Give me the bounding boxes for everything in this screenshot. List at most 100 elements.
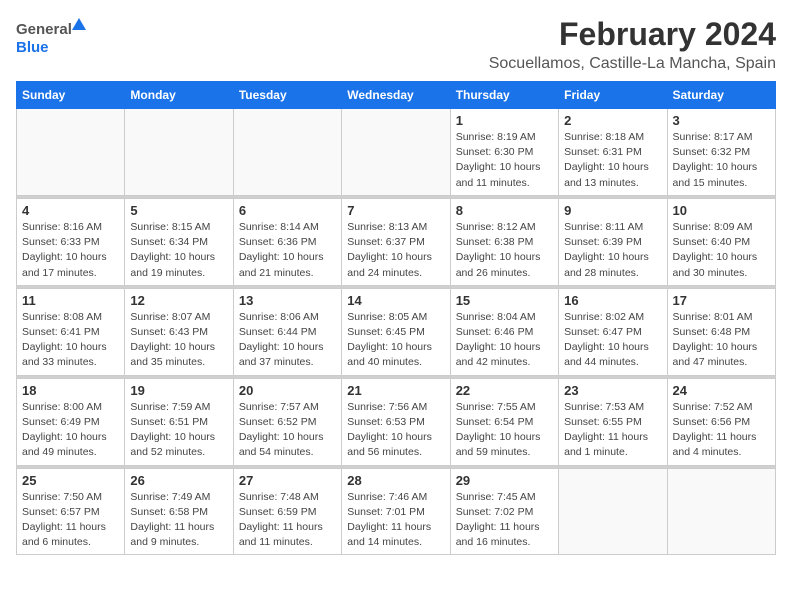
day-number: 28 <box>347 473 444 488</box>
day-number: 13 <box>239 293 336 308</box>
calendar-cell: 10Sunrise: 8:09 AMSunset: 6:40 PMDayligh… <box>667 198 775 285</box>
day-info: Sunrise: 8:09 AMSunset: 6:40 PMDaylight:… <box>673 220 770 281</box>
calendar-cell: 5Sunrise: 8:15 AMSunset: 6:34 PMDaylight… <box>125 198 233 285</box>
day-number: 15 <box>456 293 553 308</box>
calendar-cell <box>342 109 450 196</box>
day-info: Sunrise: 8:16 AMSunset: 6:33 PMDaylight:… <box>22 220 119 281</box>
day-info: Sunrise: 8:14 AMSunset: 6:36 PMDaylight:… <box>239 220 336 281</box>
day-number: 26 <box>130 473 227 488</box>
day-info: Sunrise: 8:02 AMSunset: 6:47 PMDaylight:… <box>564 310 661 371</box>
day-info: Sunrise: 8:11 AMSunset: 6:39 PMDaylight:… <box>564 220 661 281</box>
day-info: Sunrise: 8:12 AMSunset: 6:38 PMDaylight:… <box>456 220 553 281</box>
day-number: 29 <box>456 473 553 488</box>
day-info: Sunrise: 8:05 AMSunset: 6:45 PMDaylight:… <box>347 310 444 371</box>
day-number: 12 <box>130 293 227 308</box>
logo: General Blue <box>16 16 86 58</box>
day-info: Sunrise: 7:52 AMSunset: 6:56 PMDaylight:… <box>673 400 770 461</box>
week-row-2: 4 Sunrise: 8:16 AMSunset: 6:33 PMDaylight… <box>17 198 776 285</box>
calendar-cell: 20 Sunrise: 7:57 AMSunset: 6:52 PMDayligh… <box>233 378 341 465</box>
calendar-cell: 21Sunrise: 7:56 AMSunset: 6:53 PMDayligh… <box>342 378 450 465</box>
weekday-header-sunday: Sunday <box>17 82 125 109</box>
calendar-cell: 14 Sunrise: 8:05 AMSunset: 6:45 PMDayligh… <box>342 288 450 375</box>
weekday-header-tuesday: Tuesday <box>233 82 341 109</box>
day-number: 22 <box>456 383 553 398</box>
day-info: Sunrise: 7:55 AMSunset: 6:54 PMDaylight:… <box>456 400 553 461</box>
day-info: Sunrise: 7:53 AMSunset: 6:55 PMDaylight:… <box>564 400 661 461</box>
calendar-cell: 12 Sunrise: 8:07 AMSunset: 6:43 PMDayligh… <box>125 288 233 375</box>
weekday-header-friday: Friday <box>559 82 667 109</box>
calendar-cell: 25Sunrise: 7:50 AMSunset: 6:57 PMDayligh… <box>17 468 125 555</box>
day-number: 1 <box>456 113 553 128</box>
day-number: 4 <box>22 203 119 218</box>
location-title: Socuellamos, Castille-La Mancha, Spain <box>489 55 776 73</box>
calendar-cell: 17 Sunrise: 8:01 AMSunset: 6:48 PMDayligh… <box>667 288 775 375</box>
day-number: 7 <box>347 203 444 218</box>
calendar-cell: 16 Sunrise: 8:02 AMSunset: 6:47 PMDayligh… <box>559 288 667 375</box>
calendar-cell: 11 Sunrise: 8:08 AMSunset: 6:41 PMDayligh… <box>17 288 125 375</box>
day-info: Sunrise: 8:19 AMSunset: 6:30 PMDaylight:… <box>456 130 553 191</box>
day-number: 24 <box>673 383 770 398</box>
day-number: 17 <box>673 293 770 308</box>
day-info: Sunrise: 8:18 AMSunset: 6:31 PMDaylight:… <box>564 130 661 191</box>
day-info: Sunrise: 8:01 AMSunset: 6:48 PMDaylight:… <box>673 310 770 371</box>
day-info: Sunrise: 8:17 AMSunset: 6:32 PMDaylight:… <box>673 130 770 191</box>
calendar-cell: 28 Sunrise: 7:46 AMSunset: 7:01 PMDayligh… <box>342 468 450 555</box>
week-row-5: 25Sunrise: 7:50 AMSunset: 6:57 PMDayligh… <box>17 468 776 555</box>
calendar-cell <box>125 109 233 196</box>
day-number: 20 <box>239 383 336 398</box>
calendar-cell: 26 Sunrise: 7:49 AMSunset: 6:58 PMDayligh… <box>125 468 233 555</box>
week-row-4: 18 Sunrise: 8:00 AMSunset: 6:49 PMDayligh… <box>17 378 776 465</box>
day-number: 8 <box>456 203 553 218</box>
calendar-cell: 8 Sunrise: 8:12 AMSunset: 6:38 PMDaylight… <box>450 198 558 285</box>
calendar-cell: 6 Sunrise: 8:14 AMSunset: 6:36 PMDaylight… <box>233 198 341 285</box>
day-number: 18 <box>22 383 119 398</box>
calendar-cell: 22 Sunrise: 7:55 AMSunset: 6:54 PMDayligh… <box>450 378 558 465</box>
calendar-cell: 9 Sunrise: 8:11 AMSunset: 6:39 PMDaylight… <box>559 198 667 285</box>
calendar-cell <box>17 109 125 196</box>
day-number: 6 <box>239 203 336 218</box>
day-number: 21 <box>347 383 444 398</box>
day-info: Sunrise: 7:45 AMSunset: 7:02 PMDaylight:… <box>456 490 553 551</box>
day-number: 9 <box>564 203 661 218</box>
day-info: Sunrise: 8:07 AMSunset: 6:43 PMDaylight:… <box>130 310 227 371</box>
day-info: Sunrise: 8:04 AMSunset: 6:46 PMDaylight:… <box>456 310 553 371</box>
day-info: Sunrise: 7:59 AMSunset: 6:51 PMDaylight:… <box>130 400 227 461</box>
calendar-cell <box>233 109 341 196</box>
svg-text:Blue: Blue <box>16 39 49 56</box>
day-info: Sunrise: 7:48 AMSunset: 6:59 PMDaylight:… <box>239 490 336 551</box>
day-info: Sunrise: 8:13 AMSunset: 6:37 PMDaylight:… <box>347 220 444 281</box>
month-title: February 2024 <box>489 16 776 53</box>
weekday-header-monday: Monday <box>125 82 233 109</box>
day-info: Sunrise: 7:50 AMSunset: 6:57 PMDaylight:… <box>22 490 119 551</box>
calendar-cell: 4 Sunrise: 8:16 AMSunset: 6:33 PMDaylight… <box>17 198 125 285</box>
calendar-cell: 24 Sunrise: 7:52 AMSunset: 6:56 PMDayligh… <box>667 378 775 465</box>
day-number: 19 <box>130 383 227 398</box>
calendar-cell: 7 Sunrise: 8:13 AMSunset: 6:37 PMDaylight… <box>342 198 450 285</box>
day-info: Sunrise: 8:06 AMSunset: 6:44 PMDaylight:… <box>239 310 336 371</box>
day-info: Sunrise: 8:00 AMSunset: 6:49 PMDaylight:… <box>22 400 119 461</box>
title-block: February 2024 Socuellamos, Castille-La M… <box>489 16 776 73</box>
day-number: 3 <box>673 113 770 128</box>
day-number: 2 <box>564 113 661 128</box>
week-row-1: 1 Sunrise: 8:19 AMSunset: 6:30 PMDaylight… <box>17 109 776 196</box>
calendar-cell <box>559 468 667 555</box>
day-number: 27 <box>239 473 336 488</box>
logo-svg: General Blue <box>16 16 86 58</box>
day-info: Sunrise: 7:49 AMSunset: 6:58 PMDaylight:… <box>130 490 227 551</box>
calendar-cell: 2 Sunrise: 8:18 AMSunset: 6:31 PMDaylight… <box>559 109 667 196</box>
day-number: 23 <box>564 383 661 398</box>
calendar-table: SundayMondayTuesdayWednesdayThursdayFrid… <box>16 81 776 555</box>
calendar-cell: 19 Sunrise: 7:59 AMSunset: 6:51 PMDayligh… <box>125 378 233 465</box>
weekday-header-row: SundayMondayTuesdayWednesdayThursdayFrid… <box>17 82 776 109</box>
week-row-3: 11 Sunrise: 8:08 AMSunset: 6:41 PMDayligh… <box>17 288 776 375</box>
day-number: 14 <box>347 293 444 308</box>
day-info: Sunrise: 8:08 AMSunset: 6:41 PMDaylight:… <box>22 310 119 371</box>
calendar-cell: 15 Sunrise: 8:04 AMSunset: 6:46 PMDayligh… <box>450 288 558 375</box>
page-header: General Blue February 2024 Socuellamos, … <box>16 16 776 73</box>
day-number: 11 <box>22 293 119 308</box>
calendar-cell: 23 Sunrise: 7:53 AMSunset: 6:55 PMDayligh… <box>559 378 667 465</box>
day-number: 16 <box>564 293 661 308</box>
day-info: Sunrise: 7:46 AMSunset: 7:01 PMDaylight:… <box>347 490 444 551</box>
day-info: Sunrise: 8:15 AMSunset: 6:34 PMDaylight:… <box>130 220 227 281</box>
day-info: Sunrise: 7:57 AMSunset: 6:52 PMDaylight:… <box>239 400 336 461</box>
